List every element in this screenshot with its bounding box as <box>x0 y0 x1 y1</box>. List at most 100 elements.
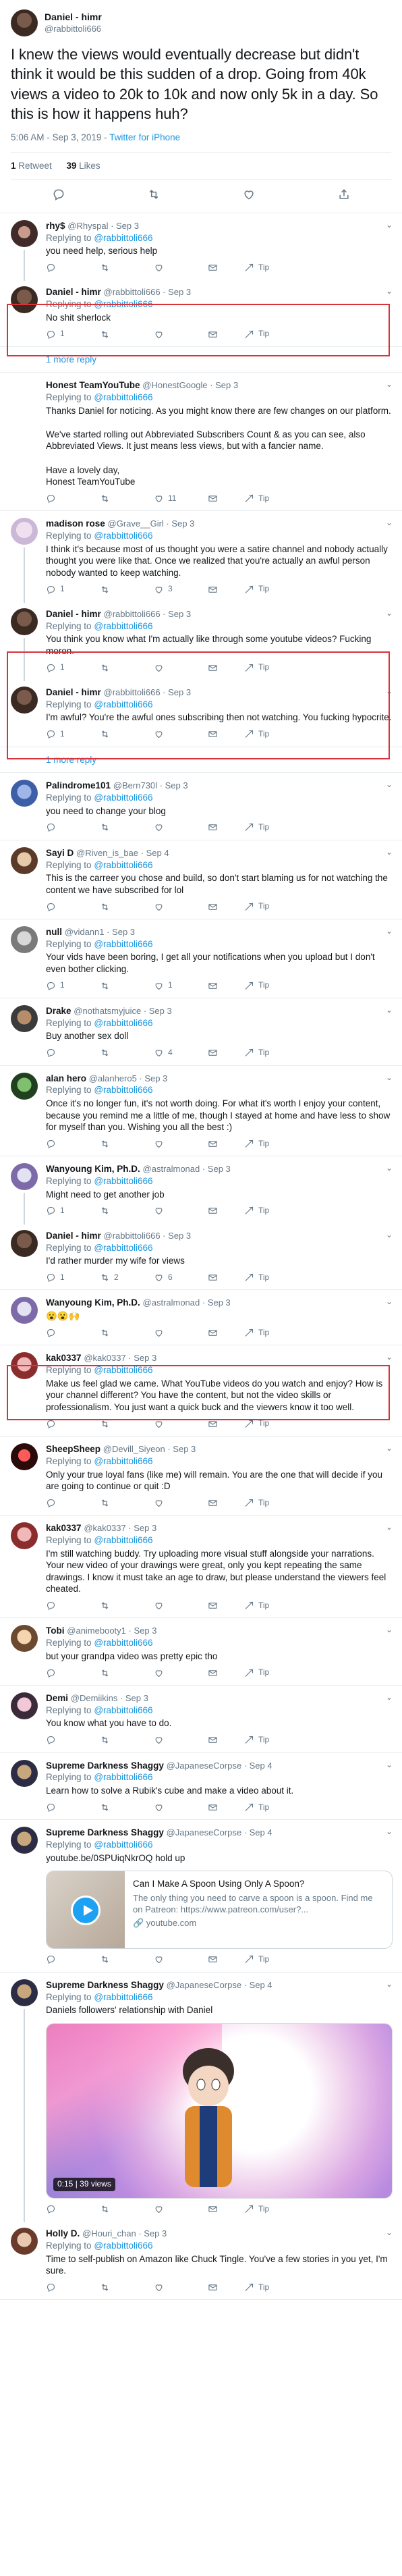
reply-author-name[interactable]: Supreme Darkness Shaggy <box>46 1827 164 1837</box>
reply-author-handle[interactable]: @astralmonad · Sep 3 <box>143 1297 231 1308</box>
reply-tweet[interactable]: madison rose @Grave__Girl · Sep 3 Replyin… <box>0 511 402 603</box>
reply-tweet[interactable]: Daniel - himr @rabbittoli666 · Sep 3 Repl… <box>0 601 402 681</box>
reply-tweet[interactable]: rhy$ @Rhyspal · Sep 3 Replying to @rabbit… <box>0 213 402 281</box>
reply-author-handle[interactable]: @rabbittoli666 · Sep 3 <box>104 687 192 697</box>
retweet-button[interactable] <box>100 329 154 340</box>
like-button[interactable] <box>154 729 208 739</box>
chevron-down-icon[interactable]: ⌄ <box>386 608 393 619</box>
reply-author-handle[interactable]: @JapaneseCorpse · Sep 4 <box>167 1827 272 1837</box>
heart-icon[interactable] <box>242 188 256 205</box>
retweet-icon[interactable] <box>147 188 161 205</box>
avatar[interactable] <box>11 219 38 247</box>
replying-to-handle[interactable]: @rabbittoli666 <box>94 699 152 709</box>
reply-button[interactable] <box>46 1802 100 1813</box>
retweet-button[interactable] <box>100 822 154 832</box>
chevron-down-icon[interactable]: ⌄ <box>386 1522 393 1533</box>
tip-button[interactable]: Tip <box>244 329 269 340</box>
reply-tweet[interactable]: Holly D. @Houri_chan · Sep 3 Replying to … <box>0 2221 402 2301</box>
avatar[interactable] <box>11 1163 38 1191</box>
reply-author-handle[interactable]: @alanhero5 · Sep 3 <box>89 1073 168 1083</box>
reply-author-handle[interactable]: @Bern730l · Sep 3 <box>113 780 188 790</box>
reply-author-handle[interactable]: @JapaneseCorpse · Sep 4 <box>167 1761 272 1771</box>
dm-button[interactable] <box>208 1206 235 1216</box>
replying-to-handle[interactable]: @rabbittoli666 <box>94 1085 152 1095</box>
dm-button[interactable] <box>208 2282 235 2292</box>
reply-author-handle[interactable]: @rabbittoli666 · Sep 3 <box>104 609 192 619</box>
dm-button[interactable] <box>208 1048 235 1058</box>
reply-button[interactable] <box>46 1954 100 1964</box>
reply-author-handle[interactable]: @nothatsmyjuice · Sep 3 <box>74 1006 171 1016</box>
replying-to-handle[interactable]: @rabbittoli666 <box>94 621 152 631</box>
retweet-button[interactable] <box>100 585 154 595</box>
chevron-down-icon[interactable]: ⌄ <box>386 379 393 390</box>
retweet-button[interactable] <box>100 981 154 991</box>
like-count[interactable]: 39 <box>66 161 76 171</box>
chevron-down-icon[interactable]: ⌄ <box>386 1827 393 1837</box>
like-button[interactable]: 1 <box>154 980 208 991</box>
reply-author-name[interactable]: Wanyoung Kim, Ph.D. <box>46 1297 140 1308</box>
replying-to-handle[interactable]: @rabbittoli666 <box>94 1638 152 1648</box>
replying-to-handle[interactable]: @rabbittoli666 <box>94 793 152 803</box>
reply-tweet[interactable]: Wanyoung Kim, Ph.D. @astralmonad · Sep 3… <box>0 1290 402 1346</box>
tip-button[interactable]: Tip <box>244 980 269 991</box>
retweet-label[interactable]: Retweet <box>18 161 52 171</box>
avatar[interactable] <box>11 1072 38 1100</box>
replying-to-handle[interactable]: @rabbittoli666 <box>94 1243 152 1253</box>
reply-author-name[interactable]: Wanyoung Kim, Ph.D. <box>46 1164 140 1174</box>
retweet-button[interactable] <box>100 1498 154 1508</box>
avatar[interactable] <box>11 1004 38 1032</box>
dm-button[interactable] <box>208 1272 235 1283</box>
reply-author-name[interactable]: kak0337 <box>46 1353 82 1363</box>
like-button[interactable]: 11 <box>154 493 208 504</box>
reply-button[interactable] <box>46 1668 100 1678</box>
reply-tweet[interactable]: Daniel - himr @rabbittoli666 · Sep 3 Repl… <box>0 680 402 747</box>
dm-button[interactable] <box>208 263 235 273</box>
reply-button[interactable]: 1 <box>46 1206 100 1216</box>
retweet-button[interactable] <box>100 1735 154 1745</box>
reply-tweet[interactable]: Daniel - himr @rabbittoli666 · Sep 3 Repl… <box>0 1223 402 1291</box>
like-button[interactable] <box>154 263 208 273</box>
chevron-down-icon[interactable]: ⌄ <box>386 780 393 790</box>
like-button[interactable] <box>154 1954 208 1964</box>
reply-author-name[interactable]: Sayi D <box>46 848 74 858</box>
replying-to-handle[interactable]: @rabbittoli666 <box>94 1018 152 1028</box>
tweet-source[interactable]: Twitter for iPhone <box>109 132 180 142</box>
replying-to-handle[interactable]: @rabbittoli666 <box>94 1992 152 2002</box>
tip-button[interactable]: Tip <box>244 822 269 833</box>
play-icon[interactable] <box>71 1896 100 1926</box>
tip-button[interactable]: Tip <box>244 2204 269 2215</box>
reply-author-name[interactable]: rhy$ <box>46 221 65 231</box>
tip-button[interactable]: Tip <box>244 662 269 673</box>
avatar[interactable] <box>11 518 38 545</box>
retweet-button[interactable] <box>100 1048 154 1058</box>
dm-button[interactable] <box>208 1419 235 1429</box>
reply-tweet[interactable]: Supreme Darkness Shaggy @JapaneseCorpse … <box>0 1973 402 2223</box>
avatar[interactable] <box>11 1827 38 1854</box>
retweet-button[interactable] <box>100 2282 154 2292</box>
retweet-button[interactable] <box>100 263 154 273</box>
reply-button[interactable]: 1 <box>46 584 100 595</box>
reply-author-handle[interactable]: @Rhyspal · Sep 3 <box>67 221 139 231</box>
avatar[interactable] <box>11 1297 38 1324</box>
retweet-button[interactable] <box>100 1206 154 1216</box>
replying-to-handle[interactable]: @rabbittoli666 <box>94 860 152 870</box>
chevron-down-icon[interactable]: ⌄ <box>386 926 393 937</box>
reply-tweet[interactable]: Daniel - himr @rabbittoli666 · Sep 3 Repl… <box>0 279 402 347</box>
chevron-down-icon[interactable]: ⌄ <box>386 1297 393 1308</box>
avatar[interactable] <box>11 379 38 407</box>
tip-button[interactable]: Tip <box>244 584 269 595</box>
reply-author-name[interactable]: Supreme Darkness Shaggy <box>46 1761 164 1771</box>
replying-to-handle[interactable]: @rabbittoli666 <box>94 1705 152 1715</box>
link-card[interactable]: Can I Make A Spoon Using Only A Spoon? Th… <box>46 1871 393 1950</box>
reply-author-handle[interactable]: @rabbittoli666 · Sep 3 <box>104 287 192 297</box>
reply-author-name[interactable]: Tobi <box>46 1626 65 1636</box>
chevron-down-icon[interactable]: ⌄ <box>386 847 393 858</box>
tip-button[interactable]: Tip <box>244 1206 269 1216</box>
dm-button[interactable] <box>208 822 235 832</box>
dm-button[interactable] <box>208 329 235 340</box>
tip-button[interactable]: Tip <box>244 1498 269 1509</box>
reply-tweet[interactable]: Drake @nothatsmyjuice · Sep 3 Replying to… <box>0 998 402 1066</box>
avatar[interactable] <box>11 925 38 953</box>
reply-button[interactable] <box>46 493 100 504</box>
like-button[interactable] <box>154 2204 208 2214</box>
